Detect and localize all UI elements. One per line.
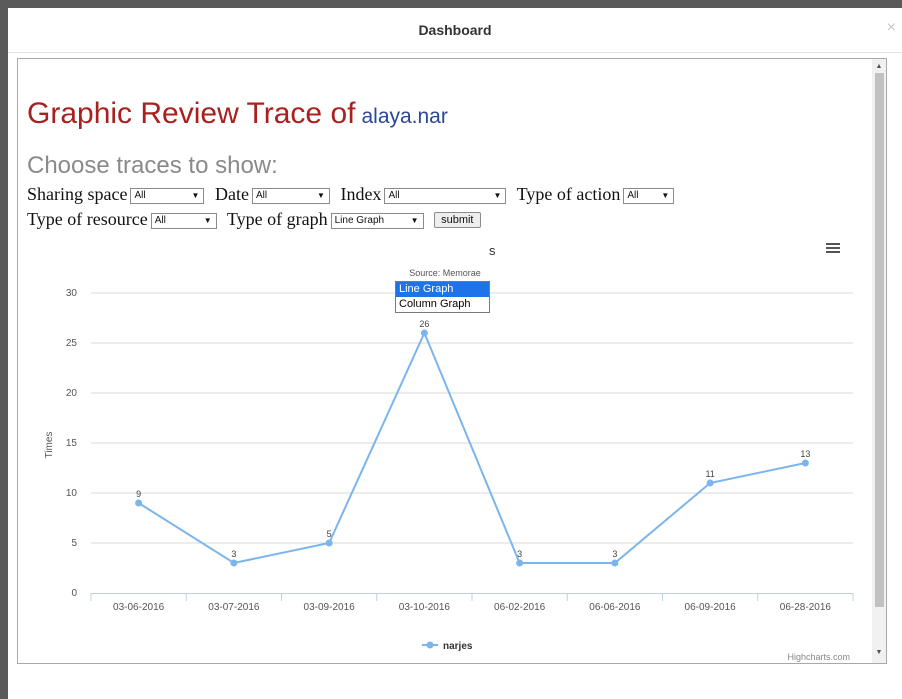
dashboard-frame: Graphic Review Trace of alaya.nar Choose … — [17, 58, 887, 664]
modal-title: Dashboard — [418, 22, 492, 38]
chart-grid — [91, 292, 853, 544]
x-tick-label: 03-07-2016 — [208, 602, 260, 613]
vertical-scrollbar[interactable]: ▲ ▼ — [872, 59, 886, 663]
data-point[interactable] — [420, 329, 428, 337]
modal-header: Dashboard × — [8, 8, 902, 53]
x-tick-label: 03-10-2016 — [399, 602, 451, 613]
line-chart: s 0 5 10 15 20 25 30 Times 03-06-2016 03-07-201… — [44, 243, 854, 652]
data-label: 3 — [231, 549, 236, 559]
data-point[interactable] — [230, 559, 238, 567]
data-point[interactable] — [325, 539, 333, 547]
scroll-up-icon[interactable]: ▲ — [872, 61, 886, 73]
y-axis-label: Times — [44, 432, 55, 459]
graph-option-line[interactable]: Line Graph — [396, 282, 489, 297]
data-label: 26 — [419, 319, 429, 329]
x-axis: 03-06-2016 03-07-2016 03-09-2016 03-10-2016… — [90, 593, 854, 613]
frame-content: Graphic Review Trace of alaya.nar Choose … — [18, 59, 872, 663]
close-icon[interactable]: × — [887, 19, 896, 37]
x-tick-label: 06-06-2016 — [589, 602, 641, 613]
legend-item-narjes[interactable]: narjes — [443, 641, 473, 652]
x-tick-label: 03-06-2016 — [113, 602, 165, 613]
y-tick-label: 20 — [66, 388, 78, 399]
chart-subtitle: Source: Memorae — [409, 268, 481, 278]
data-labels: 9 3 5 26 3 3 11 13 — [136, 319, 810, 559]
series-line-narjes — [138, 330, 806, 565]
data-label: 3 — [517, 549, 522, 559]
data-label: 13 — [800, 449, 810, 459]
graph-option-column[interactable]: Column Graph — [396, 297, 489, 312]
y-axis-ticks: 0 5 10 15 20 25 30 — [66, 288, 78, 599]
graph-type-dropdown: Line Graph Column Graph — [395, 281, 490, 313]
legend[interactable]: narjes — [422, 641, 473, 652]
data-point[interactable] — [611, 559, 619, 567]
y-tick-label: 10 — [66, 488, 78, 499]
x-tick-label: 06-09-2016 — [685, 602, 737, 613]
y-tick-label: 15 — [66, 438, 78, 449]
data-label: 11 — [705, 469, 714, 479]
y-tick-label: 25 — [66, 338, 78, 349]
legend-marker — [426, 641, 434, 649]
credits-link[interactable]: Highcharts.com — [787, 652, 850, 662]
y-tick-label: 30 — [66, 288, 78, 299]
hamburger-menu-icon[interactable] — [826, 243, 840, 254]
scrollbar-thumb[interactable] — [875, 73, 884, 607]
chart-title-fragment: s — [489, 243, 496, 258]
y-tick-label: 0 — [71, 588, 77, 599]
data-point[interactable] — [706, 479, 714, 487]
data-label: 3 — [612, 549, 617, 559]
x-tick-label: 06-28-2016 — [780, 602, 832, 613]
data-label: 5 — [327, 529, 332, 539]
data-point[interactable] — [801, 459, 809, 467]
data-label: 9 — [136, 489, 141, 499]
x-tick-label: 03-09-2016 — [304, 602, 356, 613]
x-tick-label: 06-02-2016 — [494, 602, 546, 613]
data-point[interactable] — [135, 499, 143, 507]
y-tick-label: 5 — [71, 538, 77, 549]
scroll-down-icon[interactable]: ▼ — [872, 647, 886, 659]
data-point[interactable] — [516, 559, 524, 567]
